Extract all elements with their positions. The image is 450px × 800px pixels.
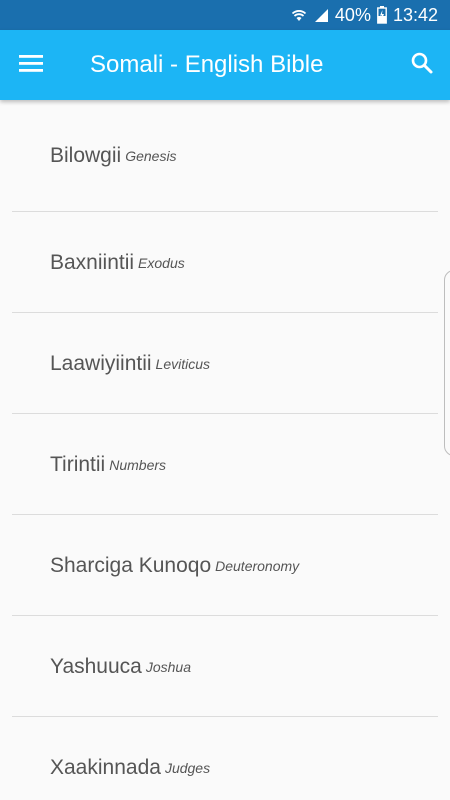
list-item[interactable]: Yashuuca Joshua — [0, 616, 450, 717]
book-name-english: Numbers — [109, 456, 167, 473]
book-name-somali: Tirintii — [50, 452, 106, 476]
book-name-english: Joshua — [145, 658, 192, 675]
search-icon — [410, 51, 434, 80]
book-name-english: Deuteronomy — [215, 557, 300, 574]
book-name-somali: Laawiyiintii — [50, 351, 152, 375]
clock: 13:42 — [392, 4, 438, 25]
app-title: Somali - English Bible — [90, 51, 324, 78]
menu-icon — [19, 53, 43, 78]
app-bar: Somali - English Bible — [0, 30, 450, 100]
menu-button[interactable] — [0, 30, 62, 100]
list-item[interactable]: Sharciga Kunoqo Deuteronomy — [0, 515, 450, 616]
status-bar: 40% 13:42 — [0, 0, 450, 30]
list-item[interactable]: Laawiyiintii Leviticus — [0, 313, 450, 414]
book-name-somali: Baxniintii — [50, 250, 135, 274]
list-item[interactable]: Bilowgii Genesis — [0, 100, 450, 212]
book-name-english: Leviticus — [155, 355, 211, 372]
book-name-somali: Bilowgii — [50, 144, 122, 167]
book-name-somali: Yashuuca — [50, 654, 142, 678]
battery-percent: 40% — [334, 4, 371, 25]
book-name-somali: Sharciga Kunoqo — [50, 553, 212, 577]
book-name-somali: Xaakinnada — [50, 755, 161, 779]
search-button[interactable] — [394, 30, 450, 100]
list-item[interactable]: Xaakinnada Judges — [0, 717, 450, 800]
wifi-icon — [291, 7, 307, 23]
signal-icon — [313, 7, 329, 23]
book-name-english: Judges — [164, 759, 211, 776]
book-name-english: Exodus — [138, 254, 185, 271]
list-item[interactable]: Tirintii Numbers — [0, 414, 450, 515]
scroll-handle[interactable] — [444, 270, 450, 456]
book-list[interactable]: Bilowgii Genesis Baxniintii Exodus Laawi… — [0, 100, 450, 800]
book-name-english: Genesis — [125, 148, 177, 164]
battery-icon — [377, 6, 387, 24]
list-item[interactable]: Baxniintii Exodus — [0, 212, 450, 313]
